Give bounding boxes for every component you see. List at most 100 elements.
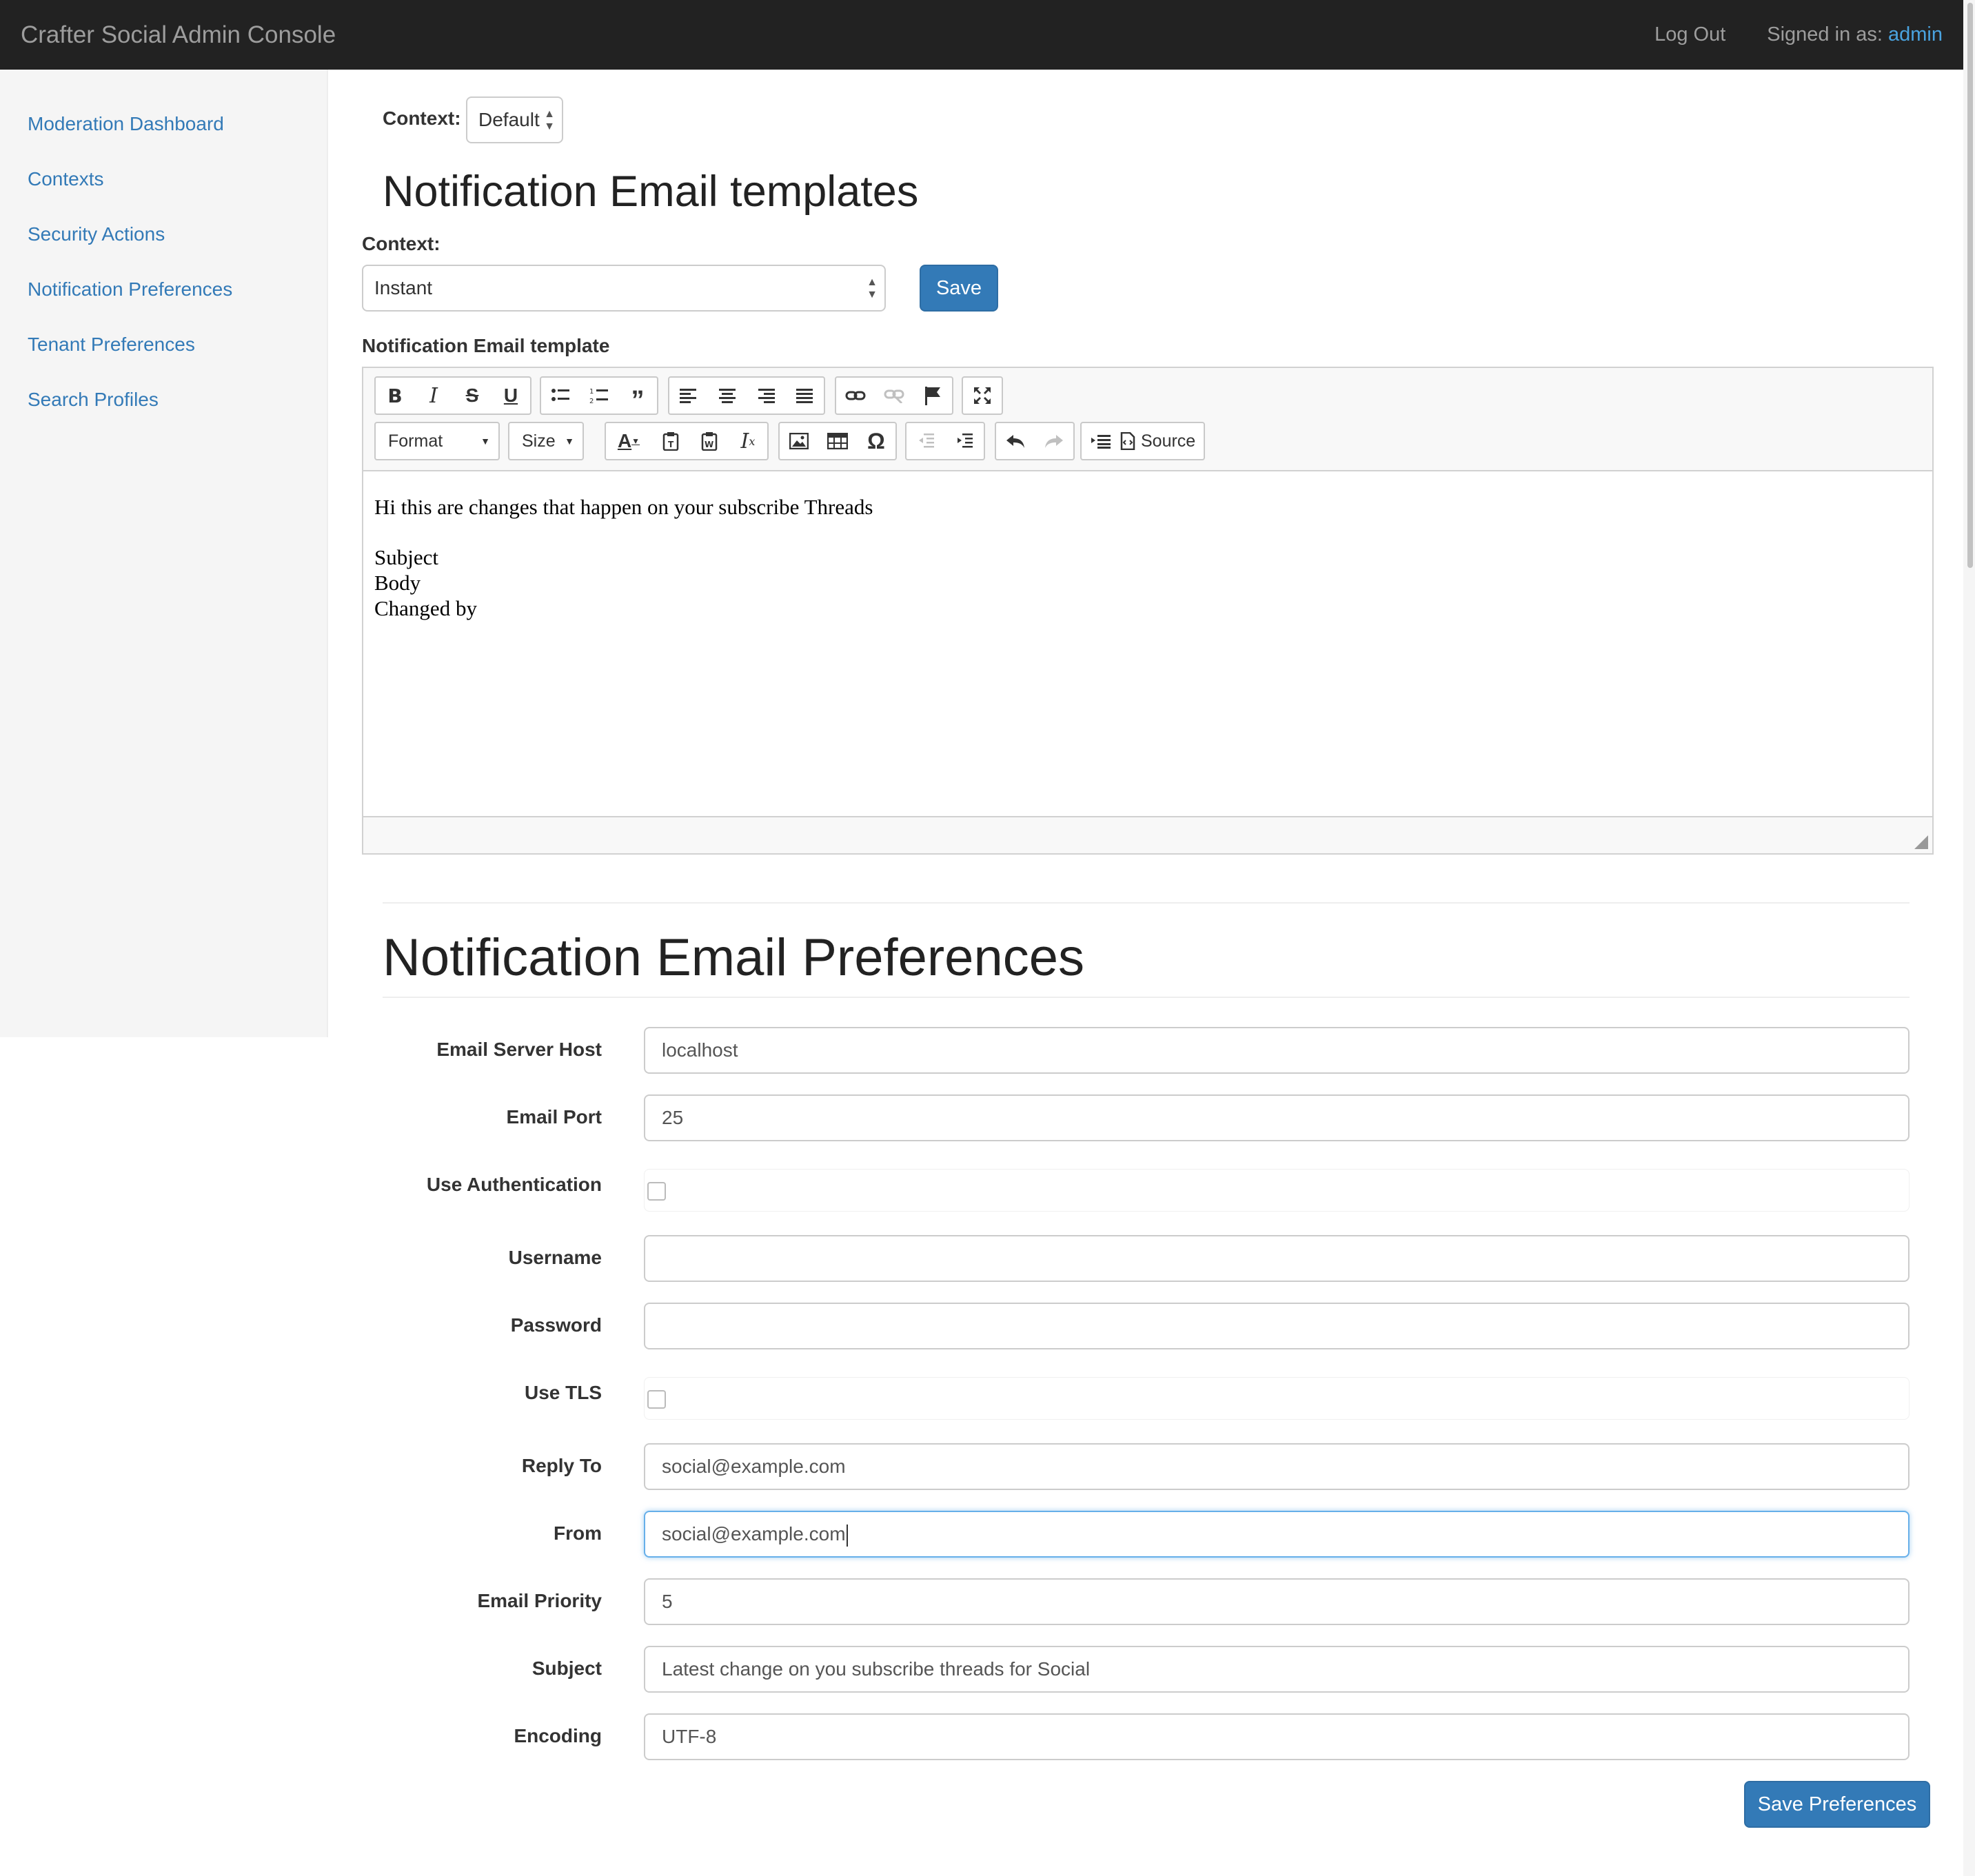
sidebar-item-notification-preferences[interactable]: Notification Preferences	[28, 278, 232, 300]
indent-icon[interactable]	[945, 423, 984, 459]
toolbar-group-history	[995, 422, 1075, 460]
editor-content-area[interactable]: Hi this are changes that happen on your …	[363, 471, 1932, 816]
anchor-flag-icon[interactable]	[913, 378, 952, 414]
signed-in-user-link[interactable]: admin	[1888, 23, 1943, 45]
underline-icon[interactable]: U	[492, 378, 530, 414]
scrollbar-thumb[interactable]	[1967, 3, 1973, 568]
text-color-icon[interactable]: A ▼	[606, 423, 651, 459]
sidebar: Moderation Dashboard Contexts Security A…	[0, 70, 328, 1037]
reply-to-input[interactable]: social@example.com	[644, 1443, 1910, 1490]
link-icon[interactable]	[836, 378, 875, 414]
email-server-host-input[interactable]: localhost	[644, 1027, 1910, 1074]
template-line: Subject	[374, 545, 438, 569]
context-label: Context:	[383, 108, 461, 129]
format-dropdown-label: Format	[388, 431, 443, 451]
template-line: Changed by	[374, 596, 477, 620]
use-authentication-label: Use Authentication	[426, 1174, 602, 1195]
template-context-value: Instant	[374, 277, 433, 298]
table-icon[interactable]	[818, 423, 857, 459]
signed-in-status: Signed in as: admin	[1767, 0, 1943, 70]
source-icon	[1120, 432, 1135, 450]
align-right-icon[interactable]	[747, 378, 785, 414]
outdent-icon[interactable]	[907, 423, 945, 459]
paste-from-word-icon[interactable]: W	[690, 423, 729, 459]
toolbar-group-basic: B I S U	[374, 376, 531, 415]
align-justify-icon[interactable]	[785, 378, 824, 414]
redo-icon[interactable]	[1035, 423, 1073, 459]
context-select-value: Default	[478, 109, 540, 130]
template-context-select[interactable]: Instant ▲ ▼	[362, 265, 886, 312]
username-input[interactable]	[644, 1235, 1910, 1282]
template-rich-text-editor[interactable]: B I S U 12 ” Format ▼ Size ▼ A ▼ T W I x…	[362, 367, 1934, 855]
caret-down-icon: ▼	[480, 436, 490, 447]
context-select[interactable]: Default ▲ ▼	[466, 96, 563, 143]
resize-handle-icon[interactable]	[1914, 835, 1928, 849]
use-authentication-checkbox[interactable]	[647, 1182, 666, 1201]
remove-format-icon[interactable]: Ix	[729, 423, 767, 459]
use-tls-label: Use TLS	[524, 1382, 602, 1403]
format-dropdown[interactable]: Format ▼	[374, 422, 500, 460]
preferences-heading: Notification Email Preferences	[383, 928, 1084, 987]
email-priority-input[interactable]: 5	[644, 1578, 1910, 1625]
password-input[interactable]	[644, 1303, 1910, 1349]
text-cursor	[846, 1524, 848, 1547]
maximize-icon[interactable]	[963, 378, 1002, 414]
signed-in-prefix: Signed in as:	[1767, 23, 1883, 45]
sidebar-item-security-actions[interactable]: Security Actions	[28, 223, 165, 245]
bulleted-list-icon[interactable]	[541, 378, 580, 414]
paste-icon[interactable]: T	[651, 423, 690, 459]
special-character-icon[interactable]: Ω	[857, 423, 895, 459]
top-navbar: Crafter Social Admin Console Log Out Sig…	[0, 0, 1963, 70]
brand-title[interactable]: Crafter Social Admin Console	[21, 0, 336, 70]
toolbar-group-insert: Ω	[778, 422, 897, 460]
save-preferences-button[interactable]: Save Preferences	[1744, 1781, 1930, 1828]
sidebar-item-moderation-dashboard[interactable]: Moderation Dashboard	[28, 113, 224, 135]
logout-link[interactable]: Log Out	[1654, 0, 1725, 70]
use-tls-field	[644, 1377, 1910, 1420]
editor-statusbar	[363, 816, 1932, 853]
username-label: Username	[508, 1247, 602, 1268]
templates-heading: Notification Email templates	[383, 167, 919, 216]
email-port-input[interactable]: 25	[644, 1094, 1910, 1141]
password-label: Password	[510, 1314, 602, 1336]
toolbar-group-maximize	[962, 376, 1003, 415]
image-icon[interactable]	[780, 423, 818, 459]
subject-input[interactable]: Latest change on you subscribe threads f…	[644, 1646, 1910, 1693]
section-divider	[383, 902, 1910, 904]
use-authentication-field	[644, 1169, 1910, 1212]
template-line: Body	[374, 571, 421, 595]
bold-icon[interactable]: B	[376, 378, 414, 414]
align-left-icon[interactable]	[669, 378, 708, 414]
toolbar-group-align	[668, 376, 825, 415]
sidebar-item-tenant-preferences[interactable]: Tenant Preferences	[28, 334, 195, 356]
use-tls-checkbox[interactable]	[647, 1390, 666, 1409]
save-template-button[interactable]: Save	[920, 265, 998, 312]
email-server-host-label: Email Server Host	[436, 1039, 602, 1060]
italic-icon[interactable]: I	[414, 378, 453, 414]
from-label: From	[554, 1522, 602, 1544]
from-input-value: social@example.com	[662, 1523, 846, 1544]
from-input[interactable]: social@example.com	[644, 1511, 1910, 1558]
encoding-label: Encoding	[514, 1725, 602, 1746]
select-arrows-icon: ▲ ▼	[867, 276, 878, 300]
svg-text:2: 2	[589, 398, 594, 405]
template-editor-label: Notification Email template	[362, 335, 610, 356]
size-dropdown[interactable]: Size ▼	[508, 422, 584, 460]
numbered-list-icon[interactable]: 12	[580, 378, 618, 414]
source-button[interactable]: Source	[1141, 431, 1195, 451]
sidebar-item-search-profiles[interactable]: Search Profiles	[28, 389, 159, 411]
email-priority-label: Email Priority	[477, 1590, 602, 1611]
undo-icon[interactable]	[996, 423, 1035, 459]
sidebar-item-contexts[interactable]: Contexts	[28, 168, 104, 190]
blockquote-icon[interactable]: ”	[618, 378, 657, 415]
caret-down-icon: ▼	[565, 436, 574, 447]
encoding-input[interactable]: UTF-8	[644, 1713, 1910, 1760]
align-center-icon[interactable]	[708, 378, 747, 414]
page-scrollbar[interactable]	[1963, 0, 1975, 1876]
unlink-icon[interactable]	[875, 378, 913, 414]
reply-to-label: Reply To	[521, 1455, 602, 1476]
svg-text:W: W	[705, 440, 713, 449]
strikethrough-icon[interactable]: S	[453, 378, 492, 414]
show-blocks-icon[interactable]	[1082, 423, 1120, 459]
template-context-label: Context:	[362, 233, 440, 254]
